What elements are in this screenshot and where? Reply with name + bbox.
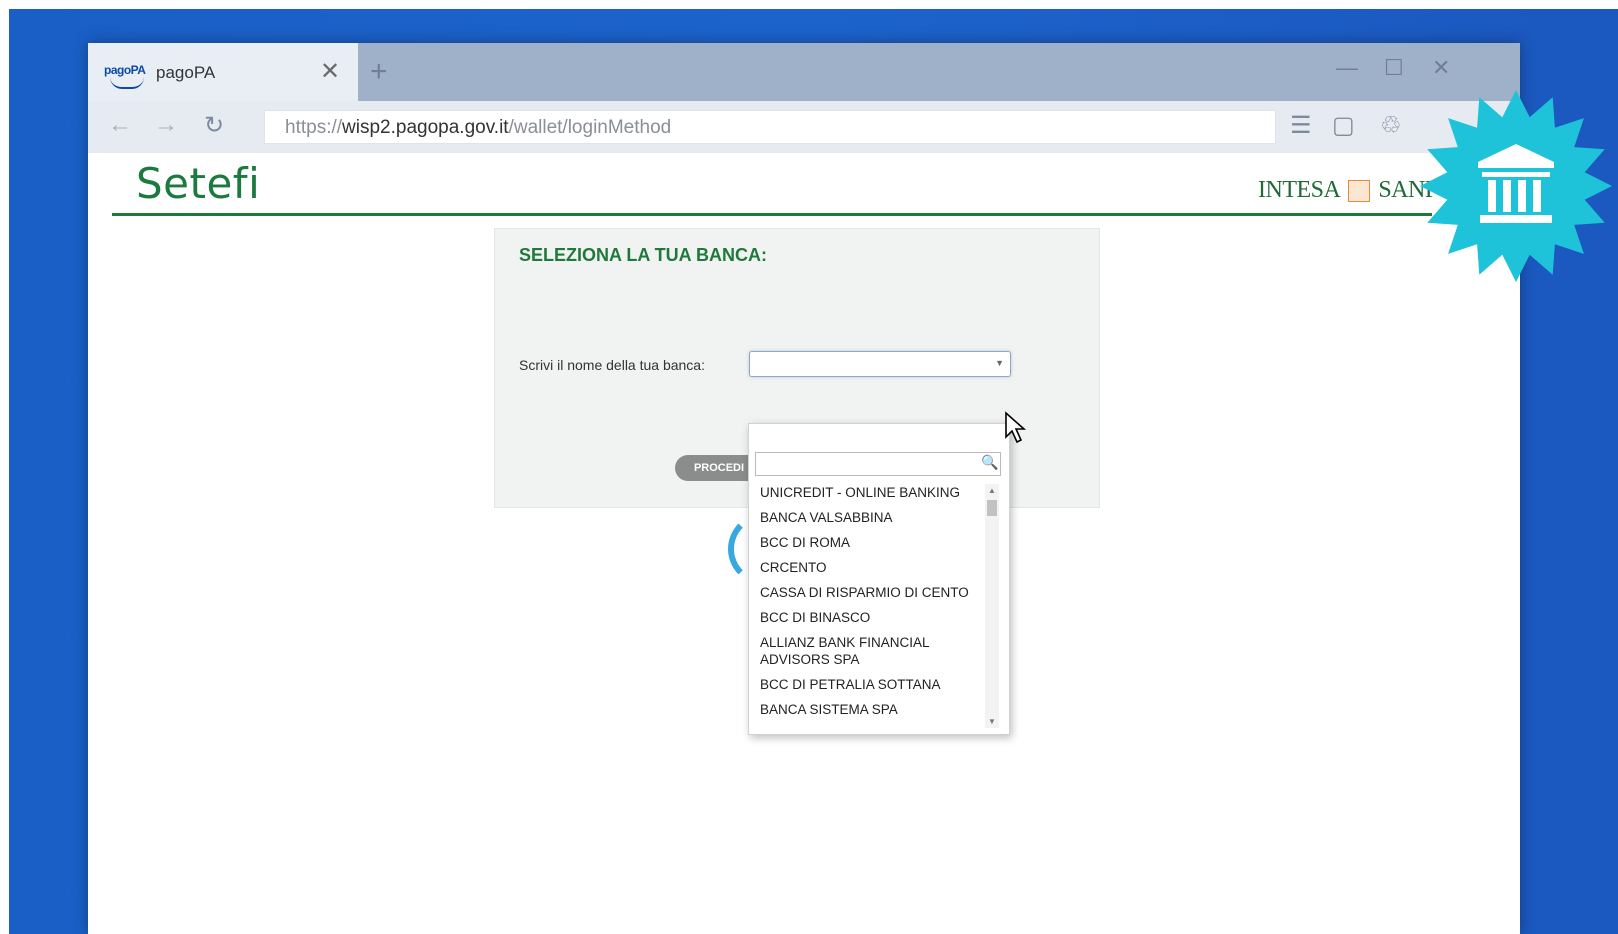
web-page: Setefi INTESA SANP SELEZIONA LA TUA BANCA… — [88, 153, 1520, 934]
navigation-bar: ← → ↻ https://wisp2.pagopa.gov.it/wallet… — [88, 101, 1520, 153]
list-item[interactable]: CASSA DI RISPARMIO DI CENTO — [749, 584, 983, 601]
dropdown-scrollbar[interactable]: ▲ ▼ — [985, 484, 999, 728]
search-icon: 🔍 — [981, 454, 999, 470]
pagopa-swoosh — [110, 77, 144, 89]
bank-dropdown: 🔍 UNICREDIT - ONLINE BANKING BANCA VALSA… — [748, 423, 1010, 735]
scrollbar-thumb[interactable] — [987, 500, 997, 516]
bank-select[interactable]: ▼ — [749, 351, 1011, 377]
list-item[interactable]: BCC DI PETRALIA SOTTANA — [749, 676, 983, 693]
list-item[interactable]: UNICREDIT - ONLINE BANKING — [749, 484, 983, 501]
new-tab-icon[interactable]: + — [370, 55, 388, 89]
bank-options-list: UNICREDIT - ONLINE BANKING BANCA VALSABB… — [749, 484, 983, 726]
close-window-icon[interactable]: ✕ — [1432, 55, 1450, 81]
forward-icon[interactable]: → — [154, 111, 178, 139]
minimize-icon[interactable]: — — [1336, 55, 1358, 81]
back-icon[interactable]: ← — [108, 111, 132, 139]
intesa-sanpaolo-logo: INTESA SANP — [1258, 177, 1438, 204]
tab-title: pagoPA — [156, 63, 216, 82]
url-path: /wallet/loginMethod — [508, 117, 672, 138]
intesa-text: INTESA — [1258, 177, 1341, 203]
hub-icon[interactable]: ☰ — [1290, 111, 1312, 140]
notes-icon[interactable]: ▢ — [1332, 111, 1355, 140]
share-icon[interactable]: ♲ — [1380, 111, 1402, 140]
pagopa-logo-icon: pagoPA — [104, 63, 148, 89]
list-item[interactable]: BANCA SISTEMA SPA — [749, 701, 983, 718]
browser-tab[interactable]: pagoPA pagoPA ✕ — [88, 43, 358, 101]
close-tab-icon[interactable]: ✕ — [320, 57, 340, 86]
list-item[interactable]: BCC DI ROMA — [749, 534, 983, 551]
url-host: wisp2.pagopa.gov.it — [342, 117, 509, 138]
header-divider — [112, 213, 1432, 216]
card-title: SELEZIONA LA TUA BANCA: — [519, 245, 767, 265]
chevron-down-icon: ▼ — [995, 358, 1004, 368]
intesa-mark-icon — [1348, 180, 1371, 203]
mouse-cursor-icon — [1005, 411, 1027, 444]
refresh-icon[interactable]: ↻ — [204, 111, 224, 140]
tab-bar: pagoPA pagoPA ✕ + — ☐ ✕ — [88, 43, 1520, 101]
browser-window: pagoPA pagoPA ✕ + — ☐ ✕ ← → ↻ https://wi… — [88, 43, 1520, 934]
bank-search-input[interactable] — [755, 452, 1001, 476]
maximize-icon[interactable]: ☐ — [1384, 55, 1404, 81]
bank-icon — [1420, 90, 1612, 282]
list-item[interactable]: CRCENTO — [749, 559, 983, 576]
url-prefix: https:// — [285, 117, 343, 138]
pagopa-logo-text: pagoPA — [104, 63, 146, 77]
list-item[interactable]: BANCA VALSABBINA — [749, 509, 983, 526]
scroll-down-icon[interactable]: ▼ — [988, 717, 996, 726]
address-bar[interactable]: https://wisp2.pagopa.gov.it/wallet/login… — [264, 110, 1276, 144]
list-item[interactable]: BCC DI BINASCO — [749, 609, 983, 626]
list-item[interactable]: ALLIANZ BANK FINANCIAL ADVISORS SPA — [749, 634, 983, 668]
bank-field-label: Scrivi il nome della tua banca: — [519, 357, 705, 373]
scroll-up-icon[interactable]: ▲ — [988, 486, 996, 495]
setefi-logo: Setefi — [136, 159, 261, 208]
